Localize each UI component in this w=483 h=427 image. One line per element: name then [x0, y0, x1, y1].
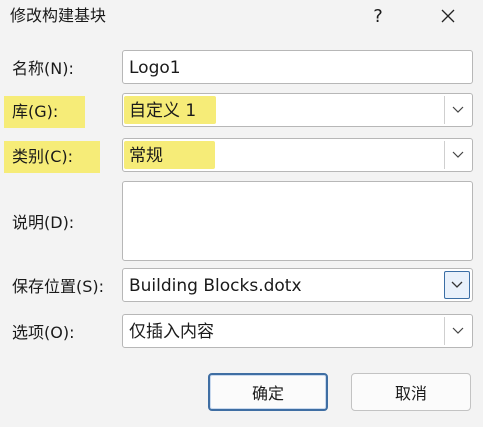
chevron-down-icon: [452, 151, 463, 158]
help-button[interactable]: ?: [362, 0, 394, 32]
close-button[interactable]: [430, 0, 466, 32]
options-label: 选项(O):: [12, 323, 75, 342]
gallery-select[interactable]: 自定义 1: [122, 93, 473, 127]
category-select[interactable]: 常规: [122, 138, 473, 172]
cancel-button[interactable]: 取消: [351, 373, 471, 411]
options-value: 仅插入内容: [129, 322, 214, 342]
title-bar: 修改构建基块 ?: [0, 0, 483, 33]
dialog-title: 修改构建基块: [10, 6, 107, 25]
save-in-label: 保存位置(S):: [12, 277, 105, 296]
save-in-select[interactable]: Building Blocks.dotx: [122, 268, 473, 302]
close-icon: [441, 9, 455, 23]
chevron-down-icon: [451, 281, 463, 288]
name-input[interactable]: Logo1: [122, 50, 473, 84]
category-label: 类别(C):: [4, 141, 101, 173]
description-label: 说明(D):: [12, 213, 75, 232]
options-select[interactable]: 仅插入内容: [122, 314, 473, 348]
options-dropdown-button[interactable]: [444, 317, 470, 345]
ok-button[interactable]: 确定: [208, 373, 328, 411]
save-in-dropdown-button[interactable]: [444, 271, 470, 299]
gallery-label: 库(G):: [4, 96, 86, 128]
category-value: 常规: [129, 146, 163, 166]
gallery-dropdown-button[interactable]: [444, 96, 470, 124]
gallery-value: 自定义 1: [129, 101, 197, 121]
category-dropdown-button[interactable]: [444, 141, 470, 169]
chevron-down-icon: [452, 327, 463, 334]
name-label: 名称(N):: [12, 59, 74, 78]
name-value: Logo1: [129, 58, 181, 78]
chevron-down-icon: [452, 106, 463, 113]
description-textarea[interactable]: [122, 181, 473, 261]
modify-building-block-dialog: 修改构建基块 ? 名称(N): Logo1 库(G): 自定义 1 类别(C):: [0, 0, 483, 427]
save-in-value: Building Blocks.dotx: [129, 276, 302, 296]
